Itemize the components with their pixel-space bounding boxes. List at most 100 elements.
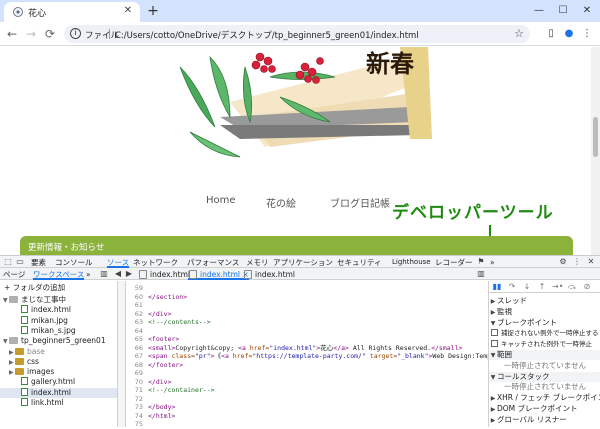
debugger-section-header[interactable]: ▶ スレッド: [489, 296, 600, 306]
minimize-button[interactable]: —: [528, 3, 550, 19]
tab-nav-forward-icon[interactable]: ▶: [124, 269, 134, 279]
tab-memory[interactable]: メモリ: [246, 257, 269, 268]
tab-elements[interactable]: 要素: [31, 257, 46, 268]
add-folder-button[interactable]: + フォルダの追加: [4, 283, 65, 293]
collapsed-arrow-icon: ▶: [490, 416, 496, 424]
tree-item-label: css: [27, 356, 39, 366]
tab-security[interactable]: セキュリティ: [337, 257, 382, 268]
code-line: <!--/contents-->: [148, 318, 211, 327]
tree-item-label: index.html: [31, 305, 71, 315]
side-panel-icon[interactable]: ▯: [544, 27, 558, 41]
device-toolbar-icon[interactable]: ▭: [15, 257, 25, 267]
nav-blog-diary[interactable]: ブログ日記帳: [330, 195, 390, 210]
close-devtools-icon[interactable]: ✕: [586, 257, 596, 267]
maximize-button[interactable]: ☐: [552, 3, 574, 19]
debugger-section-header[interactable]: ▶ グローバル リスナー: [489, 415, 600, 425]
tree-file-item[interactable]: gallery.html: [0, 377, 117, 387]
debugger-toggle-icon[interactable]: ▥: [476, 269, 486, 279]
line-number[interactable]: 75: [135, 420, 143, 429]
code-editor[interactable]: </section> </div> <!--/contents--> <footer>…: [148, 281, 488, 427]
code-token: </small>: [431, 343, 463, 352]
devtools-menu-icon[interactable]: ⋮: [572, 257, 582, 267]
code-token: <a: [221, 352, 233, 360]
tree-item-label: tp_beginner5_green01: [21, 336, 106, 346]
tree-file-item[interactable]: link.html: [0, 398, 117, 408]
tab-network[interactable]: ネットワーク: [133, 257, 178, 268]
close-window-button[interactable]: ✕: [576, 3, 598, 19]
inspect-element-icon[interactable]: ⬚: [3, 257, 13, 267]
page-scrollbar-thumb[interactable]: [593, 117, 598, 157]
tree-file-item[interactable]: mikan_s.jpg: [0, 325, 117, 336]
code-token: href=: [249, 343, 270, 352]
debugger-section-header[interactable]: ▶ 監視: [489, 307, 600, 317]
debugger-section-header[interactable]: ▶ DOM ブレークポイント: [489, 404, 600, 414]
subtab-page[interactable]: ページ: [3, 269, 25, 280]
debugger-section-header[interactable]: ▼ コールスタック: [489, 371, 600, 382]
reload-icon[interactable]: ⟳: [42, 26, 58, 42]
code-token: </footer>: [148, 360, 184, 369]
tab-performance[interactable]: パフォーマンス: [187, 257, 239, 268]
address-bar[interactable]: i ファイル C:/Users/cotto/OneDrive/デスクトップ/tp…: [64, 25, 530, 43]
settings-icon[interactable]: ⚙: [558, 257, 568, 267]
tree-file-item[interactable]: index.html: [0, 305, 117, 315]
file-icon: [189, 270, 197, 279]
debugger-section-header[interactable]: ▼ 範囲: [489, 350, 600, 360]
debugger-section-header[interactable]: ▼ ブレークポイント: [489, 318, 600, 328]
forward-icon[interactable]: →: [23, 26, 39, 42]
file-tab-2[interactable]: index.html ×: [188, 269, 249, 280]
debugger-control-icon[interactable]: ⊘: [582, 282, 592, 292]
tree-item-label: mikan.jpg: [31, 315, 68, 325]
line-number-gutter: 59 60 61 62 63 64 65 66 67 68 69 70 71 72 73 74 75: [127, 281, 145, 429]
nav-flower-art[interactable]: 花の絵: [266, 195, 296, 210]
bookmark-star-icon[interactable]: ☆: [514, 27, 524, 40]
devtools-annotation: デベロッパーツール: [392, 203, 554, 223]
url-text[interactable]: C:/Users/cotto/OneDrive/デスクトップ/tp_beginn…: [115, 29, 419, 41]
menu-icon[interactable]: ⋮: [580, 27, 594, 41]
tree-folder-item[interactable]: ▶ base: [0, 347, 117, 357]
tab-close-icon[interactable]: ✕: [124, 5, 132, 16]
tab-sources[interactable]: ソース: [107, 257, 130, 268]
tree-file-item[interactable]: mikan.jpg: [0, 315, 117, 326]
file-tab-3[interactable]: index.html: [243, 269, 295, 280]
file-tab-1[interactable]: index.html: [138, 269, 190, 280]
checkbox[interactable]: [491, 340, 498, 348]
tab-recorder[interactable]: レコーダー: [435, 257, 473, 268]
collapsed-arrow-icon: ▶: [490, 406, 496, 413]
new-year-fan-image: 新春: [179, 47, 432, 158]
tree-file-item[interactable]: index.html: [0, 387, 117, 398]
debugger-control-icon[interactable]: →•: [552, 282, 563, 292]
back-icon[interactable]: ←: [4, 26, 20, 42]
tab-console[interactable]: コンソール: [55, 257, 93, 268]
debugger-control-icon[interactable]: ↑: [537, 282, 547, 292]
sub-more-button[interactable]: »: [86, 269, 91, 280]
debugger-section-header[interactable]: ▶XHR / フェッチ ブレークポイント: [489, 393, 600, 403]
more-tabs-button[interactable]: »: [490, 257, 495, 268]
tree-scrollbar[interactable]: [118, 281, 126, 427]
tab-lighthouse[interactable]: Lighthouse: [392, 257, 431, 268]
tab-nav-back-icon[interactable]: ◀: [113, 269, 123, 279]
browser-tab[interactable]: 花心 ✕: [4, 2, 140, 22]
subtab-workspace[interactable]: ワークスペース: [33, 269, 85, 280]
tree-folder-item[interactable]: ▶ images: [0, 367, 117, 377]
checkbox[interactable]: [491, 329, 498, 337]
tree-folder-item[interactable]: ▼ tp_beginner5_green01: [0, 336, 117, 346]
page-scrollbar[interactable]: [591, 47, 600, 255]
new-tab-button[interactable]: +: [145, 2, 161, 20]
recorder-flag-icon: ⚑: [477, 257, 485, 266]
tab-application[interactable]: アプリケーション: [273, 257, 333, 268]
code-token: </html>: [148, 411, 176, 420]
debugger-control-icon[interactable]: ↷: [507, 282, 517, 292]
pause-on-exception-option[interactable]: 捕捉されない例外で一時停止する: [489, 328, 600, 338]
tree-folder-item[interactable]: ▼ まじな工事中: [0, 295, 117, 305]
debugger-control-icon[interactable]: ↓: [522, 282, 532, 292]
tree-folder-item[interactable]: ▶ css: [0, 356, 117, 367]
site-info-icon[interactable]: i: [70, 28, 81, 39]
nav-home[interactable]: Home: [206, 195, 236, 206]
pause-on-exception-option[interactable]: キャッチされた例外で一時停止: [489, 339, 600, 349]
navigator-toggle-icon[interactable]: ▥: [99, 269, 109, 279]
tree-item-label: まじな工事中: [21, 295, 66, 304]
debugger-control-icon[interactable]: ⤼: [567, 282, 577, 292]
debugger-control-icon[interactable]: ▮▮: [492, 282, 502, 292]
profile-icon[interactable]: ●: [562, 27, 576, 41]
section-label: コールスタック: [497, 371, 550, 381]
